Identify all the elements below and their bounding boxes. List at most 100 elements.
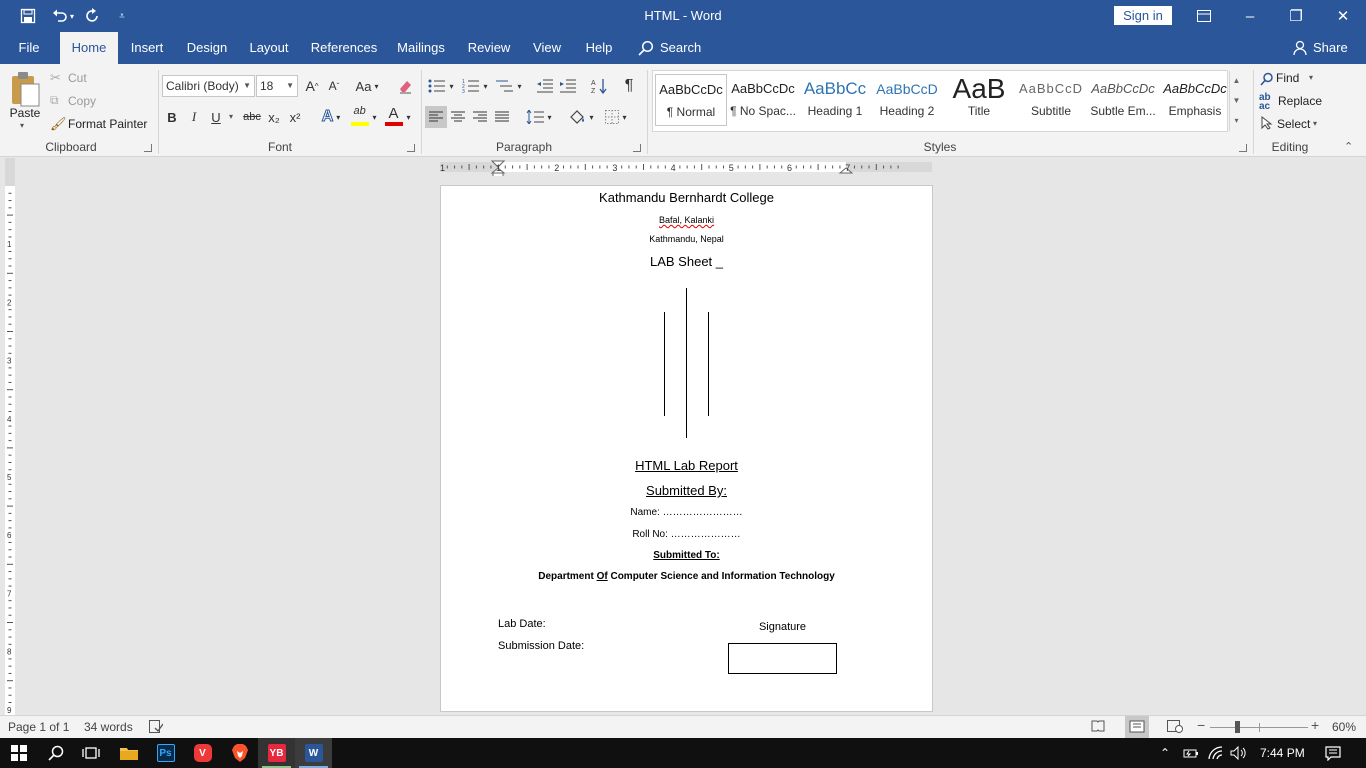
- style-no-spacing[interactable]: AaBbCcDc ¶ No Spac...: [727, 74, 799, 126]
- paragraph-launcher-icon[interactable]: [633, 144, 641, 152]
- subscript-button[interactable]: x₂: [264, 106, 284, 128]
- replace-icon[interactable]: ab ac: [1259, 93, 1271, 112]
- proofing-icon[interactable]: [149, 720, 164, 736]
- paste-icon[interactable]: [8, 70, 42, 110]
- yb-app-icon[interactable]: YB: [258, 738, 295, 768]
- cut-icon[interactable]: ✂: [50, 70, 61, 86]
- more-styles-icon[interactable]: ▾: [1230, 111, 1243, 131]
- print-layout-icon[interactable]: [1125, 716, 1149, 738]
- tab-design[interactable]: Design: [182, 32, 232, 64]
- sort-icon[interactable]: AZ: [588, 76, 610, 96]
- zoom-in-button[interactable]: +: [1311, 717, 1319, 733]
- copy-button[interactable]: Copy: [68, 94, 96, 108]
- show-formatting-marks-button[interactable]: ¶: [618, 76, 640, 96]
- numbering-button[interactable]: 123 ▾: [460, 76, 490, 96]
- wifi-icon[interactable]: [1208, 746, 1224, 763]
- select-dropdown-icon[interactable]: ▾: [1313, 119, 1317, 128]
- style-subtle-emphasis[interactable]: AaBbCcDc Subtle Em...: [1087, 74, 1159, 126]
- text-effects-button[interactable]: A ▾: [316, 106, 346, 128]
- style-emphasis[interactable]: AaBbCcDc Emphasis: [1159, 74, 1231, 126]
- font-family-select[interactable]: Calibri (Body) ▼: [162, 75, 255, 97]
- notifications-icon[interactable]: [1325, 746, 1341, 764]
- scroll-down-icon[interactable]: ▼: [1230, 91, 1243, 111]
- paste-button[interactable]: Paste: [8, 106, 42, 120]
- page-count[interactable]: Page 1 of 1: [8, 720, 69, 734]
- grow-font-button[interactable]: A ^: [302, 76, 322, 96]
- font-size-select[interactable]: 18 ▼: [256, 75, 298, 97]
- find-dropdown-icon[interactable]: ▾: [1309, 73, 1313, 82]
- web-layout-icon[interactable]: [1167, 720, 1183, 736]
- tab-help[interactable]: Help: [580, 32, 618, 64]
- tab-layout[interactable]: Layout: [244, 32, 294, 64]
- style-heading-1[interactable]: AaBbCc Heading 1: [799, 74, 871, 126]
- file-explorer-icon[interactable]: [110, 738, 147, 768]
- line-spacing-button[interactable]: ▾: [524, 106, 554, 128]
- word-count[interactable]: 34 words: [84, 720, 133, 734]
- italic-button[interactable]: I: [184, 106, 204, 128]
- windows-start-icon[interactable]: [0, 738, 37, 768]
- tab-insert[interactable]: Insert: [124, 32, 170, 64]
- copy-icon[interactable]: ⧉: [50, 93, 59, 108]
- bold-button[interactable]: B: [162, 106, 182, 128]
- tab-review[interactable]: Review: [464, 32, 514, 64]
- share-icon[interactable]: [1293, 40, 1309, 59]
- search-label[interactable]: Search: [660, 40, 701, 55]
- underline-dropdown-icon[interactable]: ▾: [229, 112, 233, 121]
- scroll-up-icon[interactable]: ▲: [1230, 71, 1243, 91]
- task-view-icon[interactable]: [72, 738, 109, 768]
- replace-button[interactable]: Replace: [1278, 94, 1322, 108]
- style-heading-2[interactable]: AaBbCcD Heading 2: [871, 74, 943, 126]
- format-painter-button[interactable]: Format Painter: [68, 117, 147, 131]
- zoom-slider-thumb[interactable]: [1235, 721, 1241, 733]
- shrink-font-button[interactable]: Aˇ: [324, 76, 344, 96]
- styles-scroll[interactable]: ▲ ▼ ▾: [1229, 71, 1243, 131]
- style-title[interactable]: AaB Title: [943, 74, 1015, 126]
- tab-view[interactable]: View: [526, 32, 568, 64]
- maximize-button[interactable]: ❐: [1273, 0, 1319, 32]
- shading-button[interactable]: ▾: [564, 106, 598, 128]
- vertical-ruler[interactable]: 1 2 3 4 5 6 7 8 9: [0, 158, 22, 716]
- align-right-icon[interactable]: [469, 106, 491, 128]
- format-painter-icon[interactable]: 🖌: [50, 116, 67, 132]
- close-button[interactable]: ✕: [1320, 0, 1366, 32]
- sign-in-button[interactable]: Sign in: [1114, 6, 1172, 25]
- ribbon-display-options-icon[interactable]: [1181, 0, 1227, 32]
- increase-indent-icon[interactable]: [557, 76, 579, 96]
- word-app-icon[interactable]: W: [295, 738, 332, 768]
- align-center-icon[interactable]: [447, 106, 469, 128]
- clock[interactable]: 7:44 PM: [1260, 746, 1305, 760]
- justify-icon[interactable]: [491, 106, 513, 128]
- font-launcher-icon[interactable]: [407, 144, 415, 152]
- collapse-ribbon-icon[interactable]: ⌃: [1344, 140, 1353, 153]
- styles-launcher-icon[interactable]: [1239, 144, 1247, 152]
- strikethrough-button[interactable]: abc: [240, 106, 264, 128]
- borders-button[interactable]: ▾: [600, 106, 632, 128]
- select-cursor-icon[interactable]: [1261, 115, 1273, 133]
- bullets-button[interactable]: ▾: [426, 76, 456, 96]
- underline-button[interactable]: U: [206, 106, 226, 128]
- style-normal[interactable]: AaBbCcDc ¶ Normal: [655, 74, 727, 126]
- superscript-button[interactable]: x²: [285, 106, 305, 128]
- read-mode-icon[interactable]: [1091, 720, 1105, 735]
- select-button[interactable]: Select: [1277, 117, 1310, 131]
- minimize-button[interactable]: –: [1227, 0, 1273, 32]
- tab-home[interactable]: Home: [60, 32, 118, 64]
- tab-mailings[interactable]: Mailings: [392, 32, 450, 64]
- style-subtitle[interactable]: AaBbCcD Subtitle: [1015, 74, 1087, 126]
- align-left-icon[interactable]: [425, 106, 447, 128]
- find-button[interactable]: Find: [1276, 71, 1299, 85]
- photoshop-icon[interactable]: Ps: [147, 738, 184, 768]
- zoom-out-button[interactable]: −: [1197, 717, 1205, 733]
- volume-icon[interactable]: [1230, 745, 1246, 763]
- horizontal-ruler[interactable]: 1 1 2 3 4 5 6 7: [440, 160, 932, 178]
- zoom-level[interactable]: 60%: [1332, 720, 1356, 734]
- tab-references[interactable]: References: [308, 32, 380, 64]
- paste-dropdown-icon[interactable]: ▾: [20, 121, 24, 130]
- clear-formatting-icon[interactable]: [394, 76, 416, 96]
- find-icon[interactable]: [1260, 72, 1274, 89]
- highlight-button[interactable]: ab ▾: [348, 105, 380, 128]
- vivaldi-icon[interactable]: V: [184, 738, 221, 768]
- change-case-button[interactable]: Aa ▾: [352, 76, 382, 96]
- brave-icon[interactable]: [221, 738, 258, 768]
- search-icon[interactable]: [638, 40, 654, 59]
